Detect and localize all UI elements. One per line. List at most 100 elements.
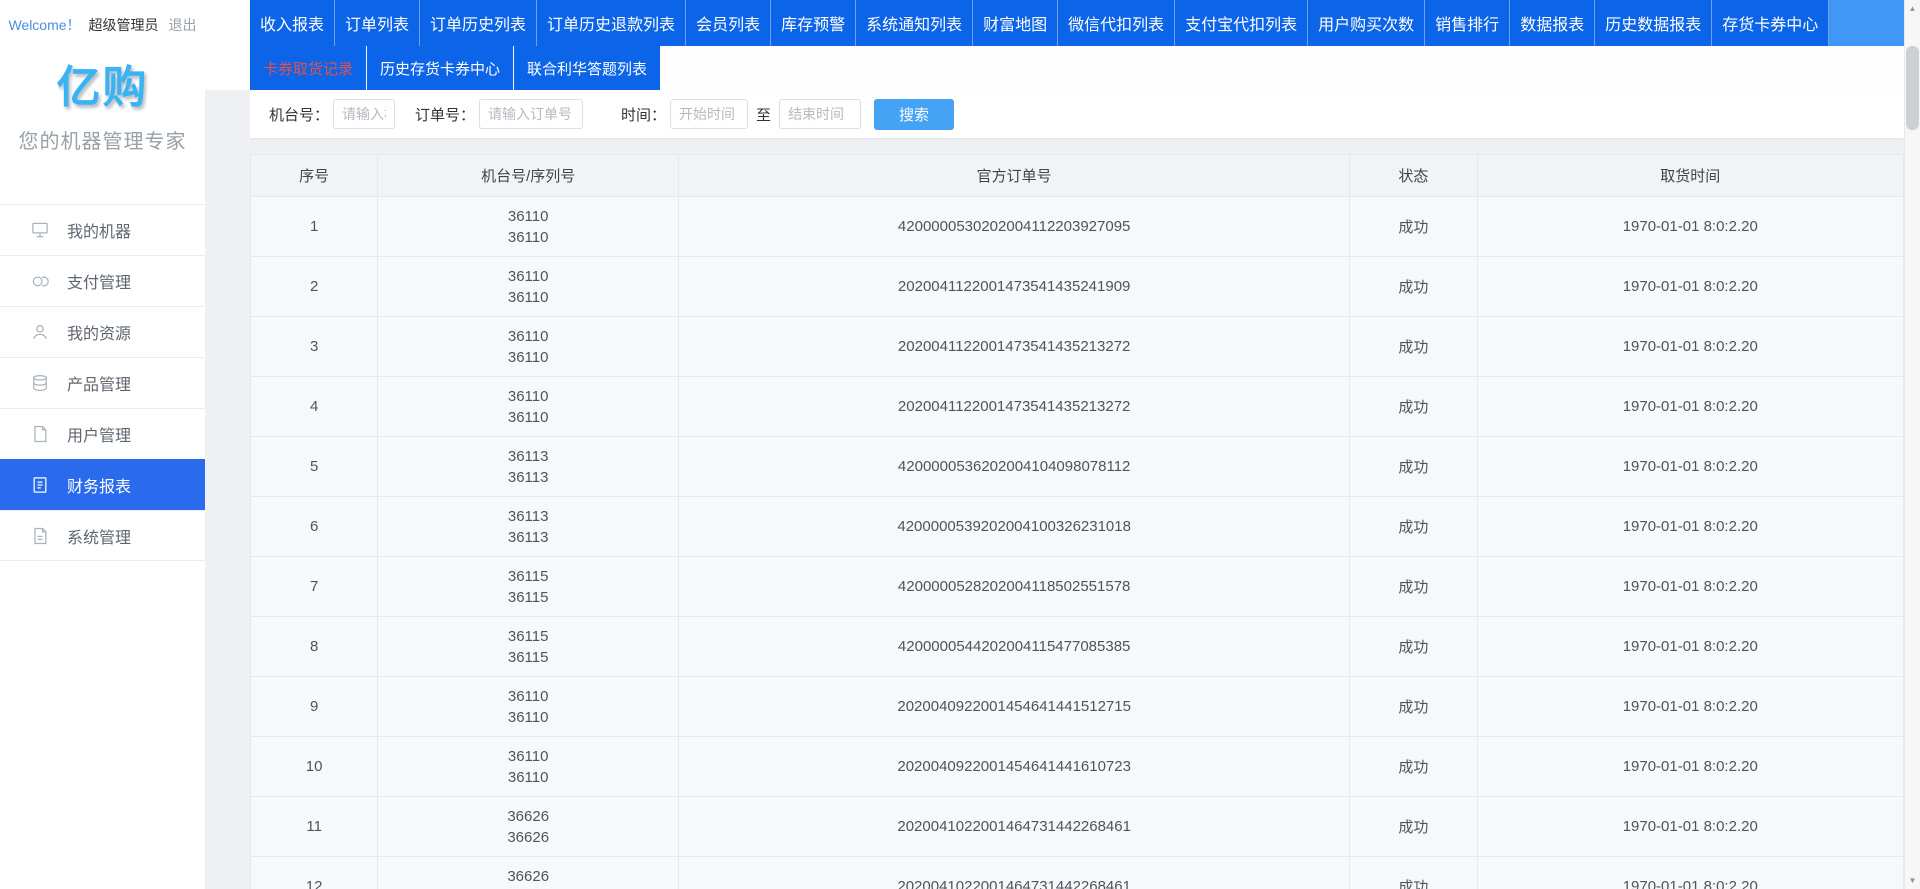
order-input[interactable] bbox=[479, 99, 583, 129]
nav-tab-14[interactable]: 历史数据报表 bbox=[1595, 0, 1712, 46]
cell-status: 成功 bbox=[1350, 257, 1477, 317]
sidebar: Welcome！超级管理员退出 亿购 您的机器管理专家 我的机器支付管理我的资源… bbox=[0, 0, 205, 889]
cell-order: 2020040922001454641441610723 bbox=[679, 737, 1350, 797]
resource-icon bbox=[30, 322, 50, 342]
logout-link[interactable]: 退出 bbox=[169, 17, 197, 33]
cell-status: 成功 bbox=[1350, 857, 1477, 889]
sidebar-item-label: 我的机器 bbox=[67, 218, 131, 242]
table-row: 736115361154200000528202004118502551578成… bbox=[251, 557, 1904, 617]
nav-tab-1[interactable]: 收入报表 bbox=[250, 0, 335, 46]
sub-nav: 卡券取货记录历史存货卡券中心联合利华答题列表 bbox=[250, 46, 1904, 90]
column-header: 机台号/序列号 bbox=[378, 155, 679, 197]
sub-nav-tabs: 卡券取货记录历史存货卡券中心联合利华答题列表 bbox=[250, 46, 660, 90]
cell-machine: 3662636626 bbox=[378, 857, 679, 889]
nav-tab-11[interactable]: 用户购买次数 bbox=[1308, 0, 1425, 46]
sidebar-item-label: 支付管理 bbox=[67, 269, 131, 293]
cell-seq: 7 bbox=[251, 557, 378, 617]
brand-tagline: 您的机器管理专家 bbox=[0, 125, 205, 154]
user-role: 超级管理员 bbox=[89, 17, 159, 33]
nav-tab-4[interactable]: 订单历史退款列表 bbox=[537, 0, 686, 46]
sidebar-item-label: 我的资源 bbox=[67, 320, 131, 344]
cell-status: 成功 bbox=[1350, 617, 1477, 677]
table-row: 1036110361102020040922001454641441610723… bbox=[251, 737, 1904, 797]
sidebar-item-system-management[interactable]: 系统管理 bbox=[0, 510, 205, 561]
nav-tab-5[interactable]: 会员列表 bbox=[686, 0, 771, 46]
nav-tab-13[interactable]: 数据报表 bbox=[1510, 0, 1595, 46]
sidebar-item-my-machines[interactable]: 我的机器 bbox=[0, 204, 205, 255]
time-label: 时间： bbox=[621, 104, 666, 125]
nav-tab-10[interactable]: 支付宝代扣列表 bbox=[1175, 0, 1308, 46]
cell-order: 2020041022001464731442268461 bbox=[679, 797, 1350, 857]
nav-tab-15[interactable]: 存货卡券中心 bbox=[1712, 0, 1829, 46]
cell-order: 2020040922001454641441512715 bbox=[679, 677, 1350, 737]
table-row: 336110361102020041122001473541435213272成… bbox=[251, 317, 1904, 377]
vertical-scrollbar[interactable]: ▲ ▼ bbox=[1904, 0, 1920, 889]
order-label: 订单号： bbox=[415, 104, 475, 125]
scrollbar-down-icon[interactable]: ▼ bbox=[1905, 872, 1920, 889]
sidebar-item-label: 系统管理 bbox=[67, 524, 131, 548]
table-header-row: 序号机台号/序列号官方订单号状态取货时间 bbox=[251, 155, 1904, 197]
cell-machine: 3611036110 bbox=[378, 257, 679, 317]
cell-time: 1970-01-01 8:0:2.20 bbox=[1477, 797, 1904, 857]
nav-tab-12[interactable]: 销售排行 bbox=[1425, 0, 1510, 46]
cell-seq: 5 bbox=[251, 437, 378, 497]
nav-tab-6[interactable]: 库存预警 bbox=[771, 0, 856, 46]
records-table: 序号机台号/序列号官方订单号状态取货时间 1361103611042000005… bbox=[250, 154, 1904, 889]
sub-tab-unilever-quiz-list[interactable]: 联合利华答题列表 bbox=[513, 46, 660, 90]
column-header: 取货时间 bbox=[1477, 155, 1904, 197]
table-row: 236110361102020041122001473541435241909成… bbox=[251, 257, 1904, 317]
nav-tab-8[interactable]: 财富地图 bbox=[973, 0, 1058, 46]
cell-status: 成功 bbox=[1350, 797, 1477, 857]
column-header: 官方订单号 bbox=[679, 155, 1350, 197]
cell-seq: 2 bbox=[251, 257, 378, 317]
search-button[interactable]: 搜索 bbox=[874, 99, 954, 130]
sub-tab-card-pickup-records[interactable]: 卡券取货记录 bbox=[250, 46, 366, 90]
sidebar-item-payment-management[interactable]: 支付管理 bbox=[0, 255, 205, 306]
sidebar-item-finance-reports[interactable]: 财务报表 bbox=[0, 459, 205, 510]
machine-label: 机台号： bbox=[269, 104, 329, 125]
finance-report-icon bbox=[30, 475, 50, 495]
cell-machine: 3611536115 bbox=[378, 557, 679, 617]
scrollbar-thumb[interactable] bbox=[1906, 46, 1919, 130]
cell-status: 成功 bbox=[1350, 437, 1477, 497]
table-row: 1236626366262020041022001464731442268461… bbox=[251, 857, 1904, 889]
cell-time: 1970-01-01 8:0:2.20 bbox=[1477, 437, 1904, 497]
machine-input[interactable] bbox=[333, 99, 395, 129]
cell-machine: 3611036110 bbox=[378, 737, 679, 797]
brand-logo: 亿购 bbox=[0, 51, 205, 115]
cell-seq: 8 bbox=[251, 617, 378, 677]
sub-tab-history-stock-card-center[interactable]: 历史存货卡券中心 bbox=[366, 46, 513, 90]
top-nav-tabs: 收入报表订单列表订单历史列表订单历史退款列表会员列表库存预警系统通知列表财富地图… bbox=[250, 0, 1829, 46]
sidebar-item-product-management[interactable]: 产品管理 bbox=[0, 357, 205, 408]
sidebar-item-user-management[interactable]: 用户管理 bbox=[0, 408, 205, 459]
main-area: 收入报表订单列表订单历史列表订单历史退款列表会员列表库存预警系统通知列表财富地图… bbox=[250, 0, 1904, 889]
cell-status: 成功 bbox=[1350, 557, 1477, 617]
cell-order: 4200000536202004104098078112 bbox=[679, 437, 1350, 497]
cell-time: 1970-01-01 8:0:2.20 bbox=[1477, 197, 1904, 257]
nav-tab-3[interactable]: 订单历史列表 bbox=[420, 0, 537, 46]
sub-nav-rest bbox=[660, 46, 1904, 90]
records-table-wrap: 序号机台号/序列号官方订单号状态取货时间 1361103611042000005… bbox=[250, 154, 1904, 889]
table-row: 1136626366262020041022001464731442268461… bbox=[251, 797, 1904, 857]
sidebar-item-label: 用户管理 bbox=[67, 422, 131, 446]
cell-machine: 3611036110 bbox=[378, 317, 679, 377]
sidebar-item-label: 财务报表 bbox=[67, 473, 131, 497]
scrollbar-up-icon[interactable]: ▲ bbox=[1905, 0, 1920, 17]
cell-order: 2020041122001473541435213272 bbox=[679, 377, 1350, 437]
sidebar-header-extension bbox=[205, 0, 250, 90]
end-time-input[interactable] bbox=[779, 99, 861, 129]
cell-order: 4200000544202004115477085385 bbox=[679, 617, 1350, 677]
sidebar-item-label: 产品管理 bbox=[67, 371, 131, 395]
nav-tab-9[interactable]: 微信代扣列表 bbox=[1058, 0, 1175, 46]
filter-bar: 机台号： 订单号： 时间： 至 搜索 bbox=[250, 90, 1904, 138]
nav-tab-7[interactable]: 系统通知列表 bbox=[856, 0, 973, 46]
sidebar-item-my-resources[interactable]: 我的资源 bbox=[0, 306, 205, 357]
table-row: 436110361102020041122001473541435213272成… bbox=[251, 377, 1904, 437]
cell-machine: 3611536115 bbox=[378, 617, 679, 677]
nav-tab-2[interactable]: 订单列表 bbox=[335, 0, 420, 46]
user-doc-icon bbox=[30, 424, 50, 444]
cell-status: 成功 bbox=[1350, 197, 1477, 257]
cell-time: 1970-01-01 8:0:2.20 bbox=[1477, 377, 1904, 437]
machine-icon bbox=[30, 220, 50, 240]
start-time-input[interactable] bbox=[670, 99, 748, 129]
